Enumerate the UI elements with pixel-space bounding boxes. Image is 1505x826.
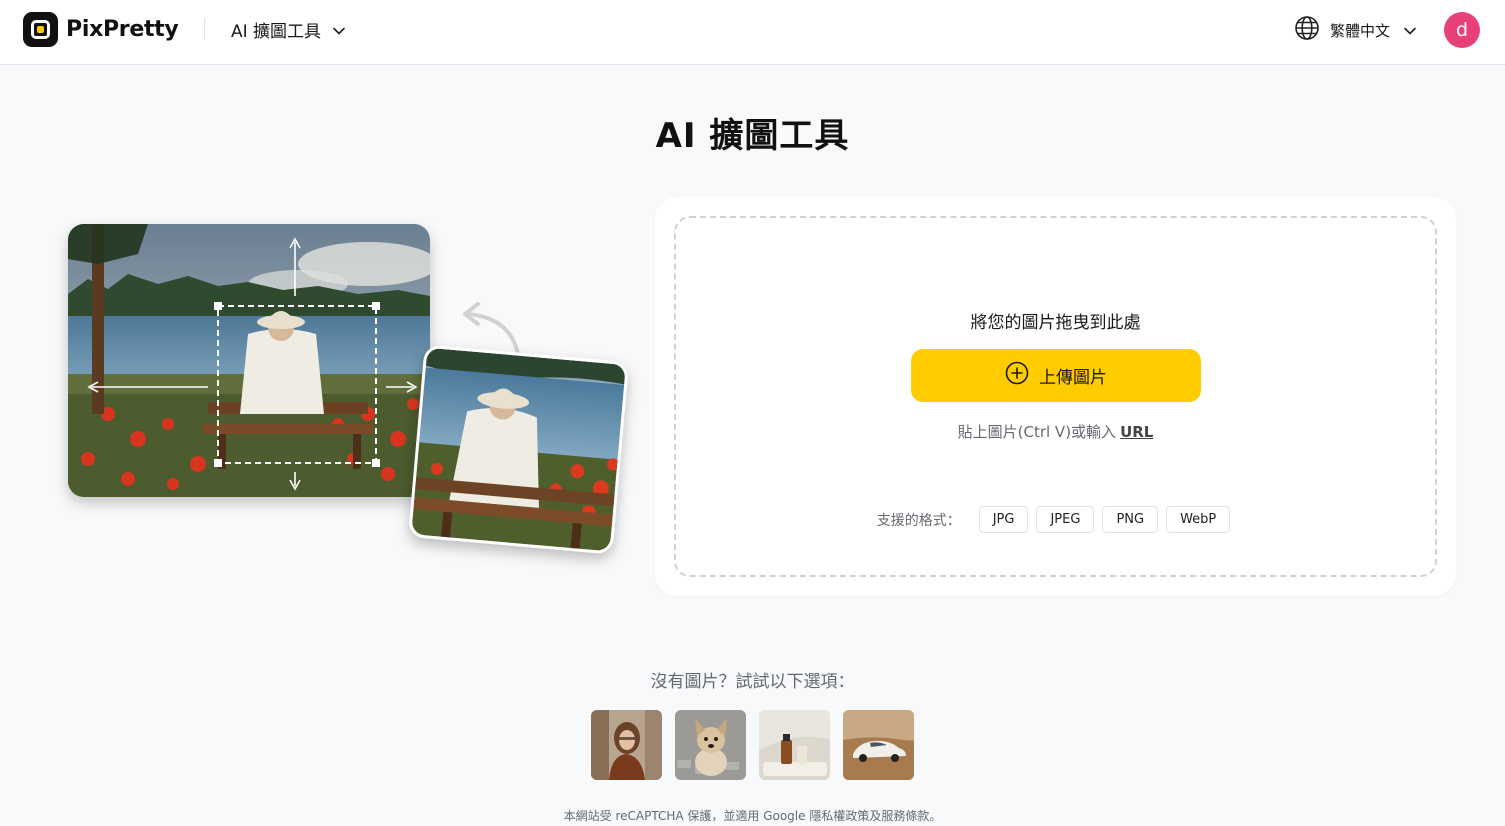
tool-menu-label: AI 擴圖工具 (231, 22, 322, 42)
upload-image-button[interactable]: 上傳圖片 (911, 349, 1201, 402)
format-chip-png: PNG (1102, 506, 1159, 533)
upload-card: 將您的圖片拖曳到此處 上傳圖片 貼上圖片(Ctrl V)或輸入 URL 支援的格式… (655, 197, 1456, 596)
language-selector[interactable]: 繁體中文 (1294, 15, 1416, 45)
recaptcha-notice: 本網站受 reCAPTCHA 保護，並適用 Google 隱私權政策及服務條款。 (563, 809, 942, 823)
formats-label: 支援的格式： (876, 512, 961, 529)
format-chip-jpg: JPG (978, 506, 1029, 533)
page-title: AI 擴圖工具 (655, 116, 850, 156)
expanded-photo-preview (407, 344, 630, 555)
language-label: 繁體中文 (1330, 21, 1391, 40)
logo-icon (23, 12, 58, 47)
tool-menu-dropdown[interactable]: AI 擴圖工具 (231, 17, 345, 42)
sample-images (591, 710, 927, 780)
url-link[interactable]: URL (1120, 423, 1153, 441)
chevron-down-icon (333, 20, 345, 40)
format-chip-webp: WebP (1166, 506, 1231, 533)
paste-hint-text: 貼上圖片(Ctrl V)或輸入 (957, 423, 1117, 441)
user-avatar[interactable]: d (1444, 12, 1480, 48)
original-photo (68, 224, 430, 497)
plus-circle-icon (1005, 361, 1029, 390)
upload-button-label: 上傳圖片 (1039, 368, 1107, 388)
expand-illustration (60, 215, 640, 565)
sample-image-dog[interactable] (675, 710, 746, 780)
format-chip-jpeg: JPEG (1036, 506, 1095, 533)
chevron-down-icon (1404, 21, 1416, 39)
paste-hint: 貼上圖片(Ctrl V)或輸入 URL (676, 421, 1435, 442)
header-divider (204, 18, 205, 40)
samples-label: 沒有圖片？試試以下選項： (650, 672, 855, 692)
globe-icon (1294, 15, 1320, 45)
drop-instruction: 將您的圖片拖曳到此處 (970, 313, 1141, 333)
sample-image-woman[interactable] (591, 710, 662, 780)
brand-name: PixPretty (66, 17, 179, 42)
image-dropzone[interactable]: 將您的圖片拖曳到此處 上傳圖片 貼上圖片(Ctrl V)或輸入 URL 支援的格式… (674, 216, 1437, 577)
sample-image-car[interactable] (843, 710, 914, 780)
supported-formats: 支援的格式： JPG JPEG PNG WebP (676, 506, 1435, 533)
sample-image-product[interactable] (759, 710, 830, 780)
top-header: PixPretty AI 擴圖工具 繁體中文 d (0, 0, 1505, 65)
brand-logo[interactable]: PixPretty (23, 12, 179, 47)
